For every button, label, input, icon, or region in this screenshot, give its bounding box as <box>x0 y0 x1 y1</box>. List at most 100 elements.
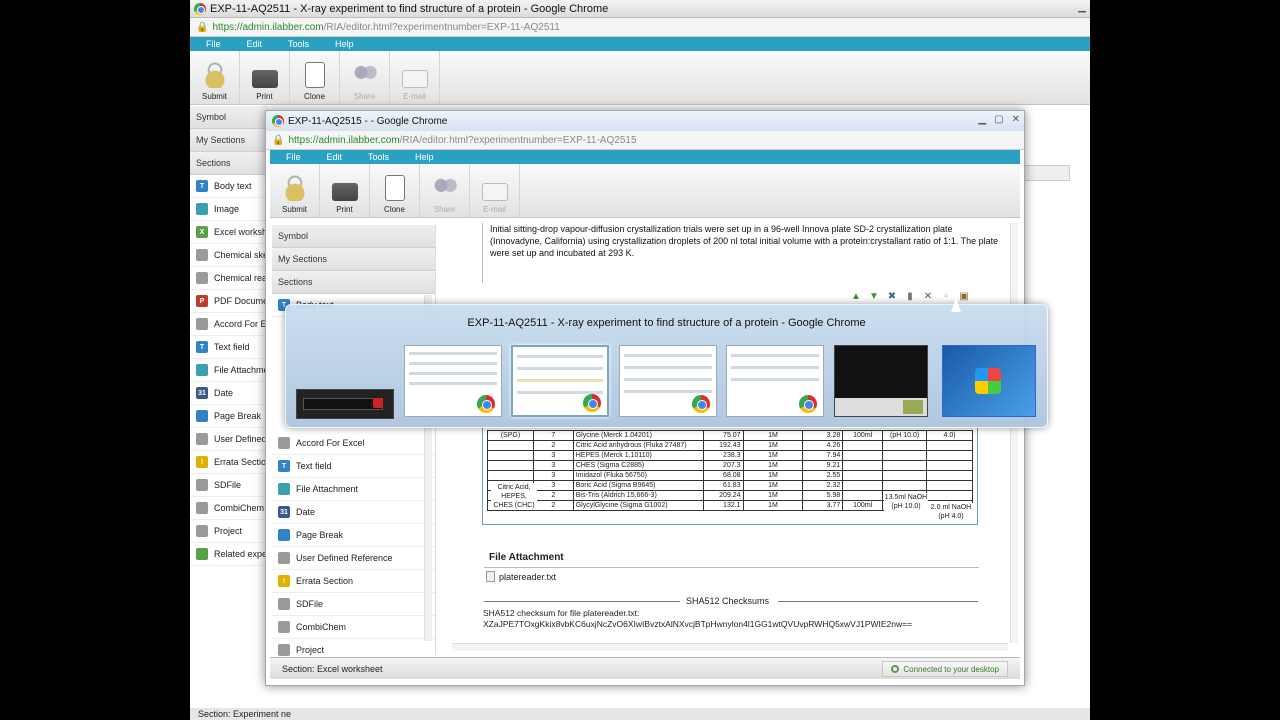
table-cell[interactable] <box>926 480 973 491</box>
section-item[interactable]: File Attachmen <box>190 359 268 382</box>
section-item[interactable]: T Body text <box>190 175 268 198</box>
document-hscrollbar[interactable] <box>452 643 1008 651</box>
table-cell[interactable] <box>882 480 928 491</box>
delete-icon[interactable]: ✕ <box>922 291 934 303</box>
side-head-my-sections[interactable]: My Sections <box>190 129 268 152</box>
table-cell[interactable]: 2.55 <box>802 470 844 481</box>
table-cell[interactable]: 68.08 <box>702 470 744 481</box>
side-head-sections[interactable]: Sections <box>272 271 435 294</box>
print-button[interactable]: Print <box>320 164 370 217</box>
table-cell[interactable]: 9.21 <box>802 460 844 471</box>
arrow-down-icon[interactable]: ▼ <box>868 291 880 303</box>
thumbnail-chrome-2[interactable] <box>511 345 609 417</box>
section-item[interactable]: User Defined R <box>190 428 268 451</box>
menu-file[interactable]: File <box>286 152 301 162</box>
table-cell[interactable]: 1M <box>742 480 804 491</box>
table-cell[interactable] <box>487 470 534 481</box>
table-cell[interactable] <box>842 460 884 471</box>
share-button[interactable]: Share <box>420 164 470 217</box>
table-cell[interactable] <box>842 490 884 501</box>
side-head-my-sections[interactable]: My Sections <box>272 248 435 271</box>
table-cell[interactable]: 61.83 <box>702 480 744 491</box>
section-item[interactable]: 31 Date <box>272 501 435 524</box>
email-button[interactable]: E-mail <box>470 164 520 217</box>
outer-row-tools[interactable] <box>1020 165 1070 181</box>
tools-icon[interactable]: ✖ <box>886 291 898 303</box>
table-cell[interactable]: 1M <box>742 470 804 481</box>
section-item[interactable]: Accord For Ex <box>190 313 268 336</box>
table-cell[interactable] <box>842 470 884 481</box>
table-cell[interactable]: 1M <box>742 500 804 511</box>
table-cell[interactable] <box>842 450 884 461</box>
table-cell[interactable]: 2 <box>532 490 574 501</box>
table-cell[interactable]: 3.77 <box>802 500 844 511</box>
document-scrollbar[interactable] <box>1010 223 1018 643</box>
section-item[interactable]: Image <box>190 198 268 221</box>
share-button[interactable]: Share <box>340 51 390 104</box>
thumbnail-chrome-3[interactable] <box>619 345 717 417</box>
table-cell[interactable]: Boric Acid (Sigma B9645) <box>572 480 704 491</box>
maximize-icon[interactable]: ▢ <box>994 114 1003 125</box>
crystallization-paragraph[interactable]: Initial sitting-drop vapour-diffusion cr… <box>482 223 1002 259</box>
section-item[interactable]: 31 Date <box>190 382 268 405</box>
table-cell[interactable]: 1M <box>742 490 804 501</box>
section-item[interactable]: X Excel workshe <box>190 221 268 244</box>
section-item[interactable]: Accord For Excel <box>272 432 435 455</box>
table-cell[interactable] <box>487 440 534 451</box>
section-item[interactable]: T Text field <box>190 336 268 359</box>
section-item[interactable]: Related exper <box>190 543 268 566</box>
thumbnail-dark-app[interactable] <box>834 345 928 417</box>
connected-badge[interactable]: Connected to your desktop <box>882 661 1008 677</box>
trash-icon[interactable]: ▮ <box>904 291 916 303</box>
table-cell[interactable]: 3 <box>532 470 574 481</box>
table-cell[interactable]: 4.0) <box>926 430 973 441</box>
table-cell[interactable]: 3.28 <box>802 430 844 441</box>
table-cell[interactable] <box>926 490 973 501</box>
section-item[interactable]: Project <box>190 520 268 543</box>
table-cell[interactable]: 207.3 <box>702 460 744 471</box>
table-cell[interactable] <box>882 460 928 471</box>
clone-button[interactable]: Clone <box>370 164 420 217</box>
email-button[interactable]: E-mail <box>390 51 440 104</box>
table-cell[interactable] <box>882 440 928 451</box>
table-cell[interactable] <box>926 460 973 471</box>
section-item[interactable]: ! Errata Section <box>272 570 435 593</box>
section-item[interactable]: User Defined Reference <box>272 547 435 570</box>
table-cell[interactable] <box>842 480 884 491</box>
thumbnail-chrome-1[interactable] <box>404 345 502 417</box>
table-cell[interactable] <box>882 450 928 461</box>
table-cell[interactable]: 1M <box>742 450 804 461</box>
table-cell[interactable]: 2 <box>532 440 574 451</box>
menu-edit[interactable]: Edit <box>247 39 263 49</box>
section-item[interactable]: CombiChem <box>190 497 268 520</box>
thumbnail-chrome-4[interactable] <box>726 345 824 417</box>
section-item[interactable]: Chemical reac <box>190 267 268 290</box>
print-button[interactable]: Print <box>240 51 290 104</box>
section-item[interactable]: Chemical sket <box>190 244 268 267</box>
menu-edit[interactable]: Edit <box>327 152 343 162</box>
table-cell[interactable]: 3 <box>532 460 574 471</box>
table-cell[interactable]: 192.43 <box>702 440 744 451</box>
submit-button[interactable]: Submit <box>270 164 320 217</box>
table-cell[interactable]: 209.24 <box>702 490 744 501</box>
table-cell[interactable]: Citric Acid anhydrous (Fluka 27487) <box>572 440 704 451</box>
section-item[interactable]: File Attachment <box>272 478 435 501</box>
close-icon[interactable]: ✕ <box>1012 114 1020 125</box>
file-attachment-link[interactable]: platereader.txt <box>486 571 556 582</box>
table-cell[interactable]: 4.26 <box>802 440 844 451</box>
menu-tools[interactable]: Tools <box>368 152 389 162</box>
table-cell[interactable] <box>926 470 973 481</box>
clone-button[interactable]: Clone <box>290 51 340 104</box>
table-cell[interactable]: Glycine (Merck 1.04201) <box>572 430 704 441</box>
table-cell[interactable] <box>926 450 973 461</box>
section-item[interactable]: T Text field <box>272 455 435 478</box>
table-cell[interactable]: 238.3 <box>702 450 744 461</box>
side-head-symbol[interactable]: Symbol <box>190 106 268 129</box>
table-cell[interactable]: Imidazol (Fluka 56750) <box>572 470 704 481</box>
thumbnail-desktop[interactable] <box>942 345 1036 417</box>
menu-help[interactable]: Help <box>415 152 434 162</box>
table-cell[interactable] <box>487 460 534 471</box>
table-cell[interactable]: HEPES (Merck 1.10110) <box>572 450 704 461</box>
table-cell[interactable]: 100ml <box>842 500 884 511</box>
table-cell[interactable]: 1M <box>742 460 804 471</box>
